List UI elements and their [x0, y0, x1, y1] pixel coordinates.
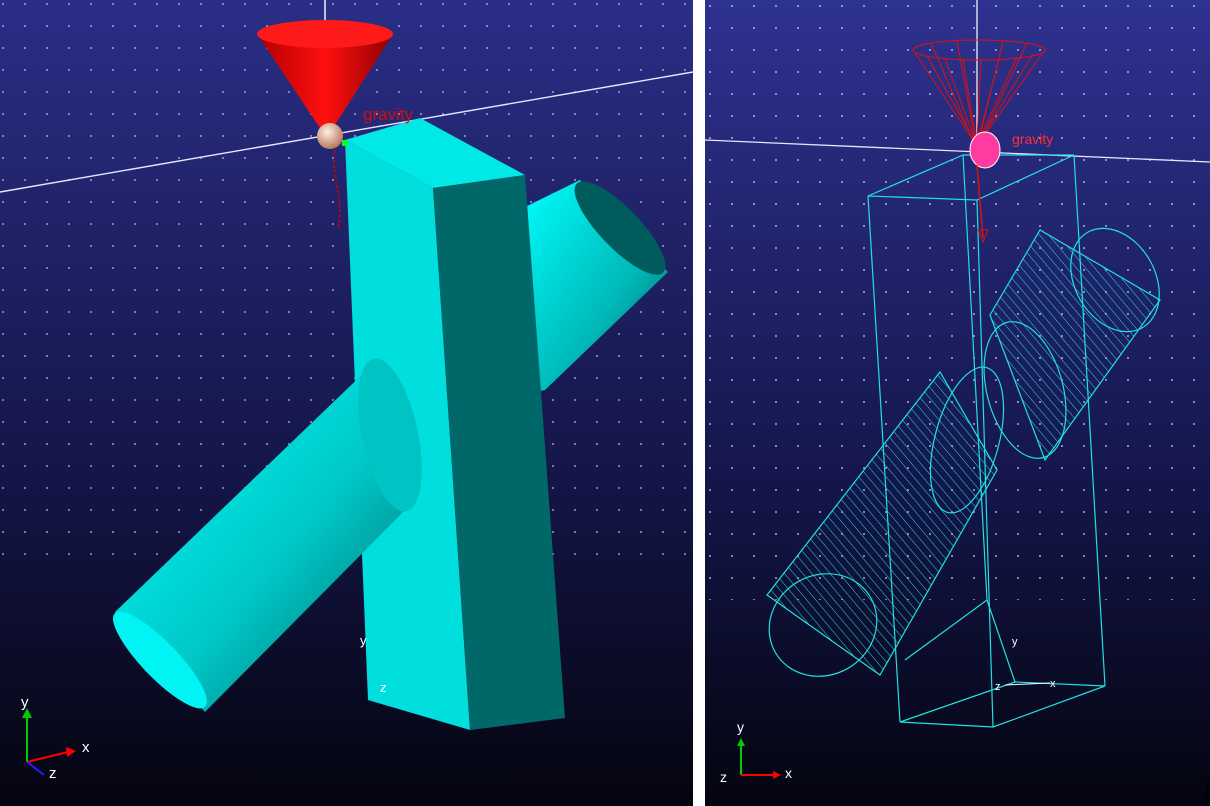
triad-z-label: z — [720, 769, 727, 785]
body-axis-y-label: y — [360, 633, 367, 648]
shaded-scene[interactable]: gravity y z y x z — [0, 0, 693, 806]
triad-y-label: y — [737, 719, 744, 735]
wireframe-scene[interactable]: gravity y z x y x z — [705, 0, 1210, 806]
gravity-label: gravity — [363, 105, 414, 124]
triad-x-label: x — [785, 765, 792, 781]
gravity-cone-base — [257, 20, 393, 48]
body-axis-y-label: y — [1012, 636, 1018, 648]
body-axis-z-label: z — [995, 681, 1001, 693]
shaded-3d-viewport[interactable]: gravity y z y x z — [0, 0, 693, 806]
gravity-ball — [317, 123, 343, 149]
triad-z-label: z — [49, 765, 57, 782]
gravity-label: gravity — [1012, 131, 1053, 147]
gravity-ball — [969, 131, 1001, 169]
body-axis-x-label: x — [1050, 678, 1056, 690]
body-axis-z-label: z — [380, 680, 387, 695]
triad-x-label: x — [82, 739, 90, 756]
triad-y-label: y — [21, 694, 29, 711]
marker-icon — [342, 140, 348, 146]
wireframe-3d-viewport[interactable]: gravity y z x y x z — [705, 0, 1210, 806]
